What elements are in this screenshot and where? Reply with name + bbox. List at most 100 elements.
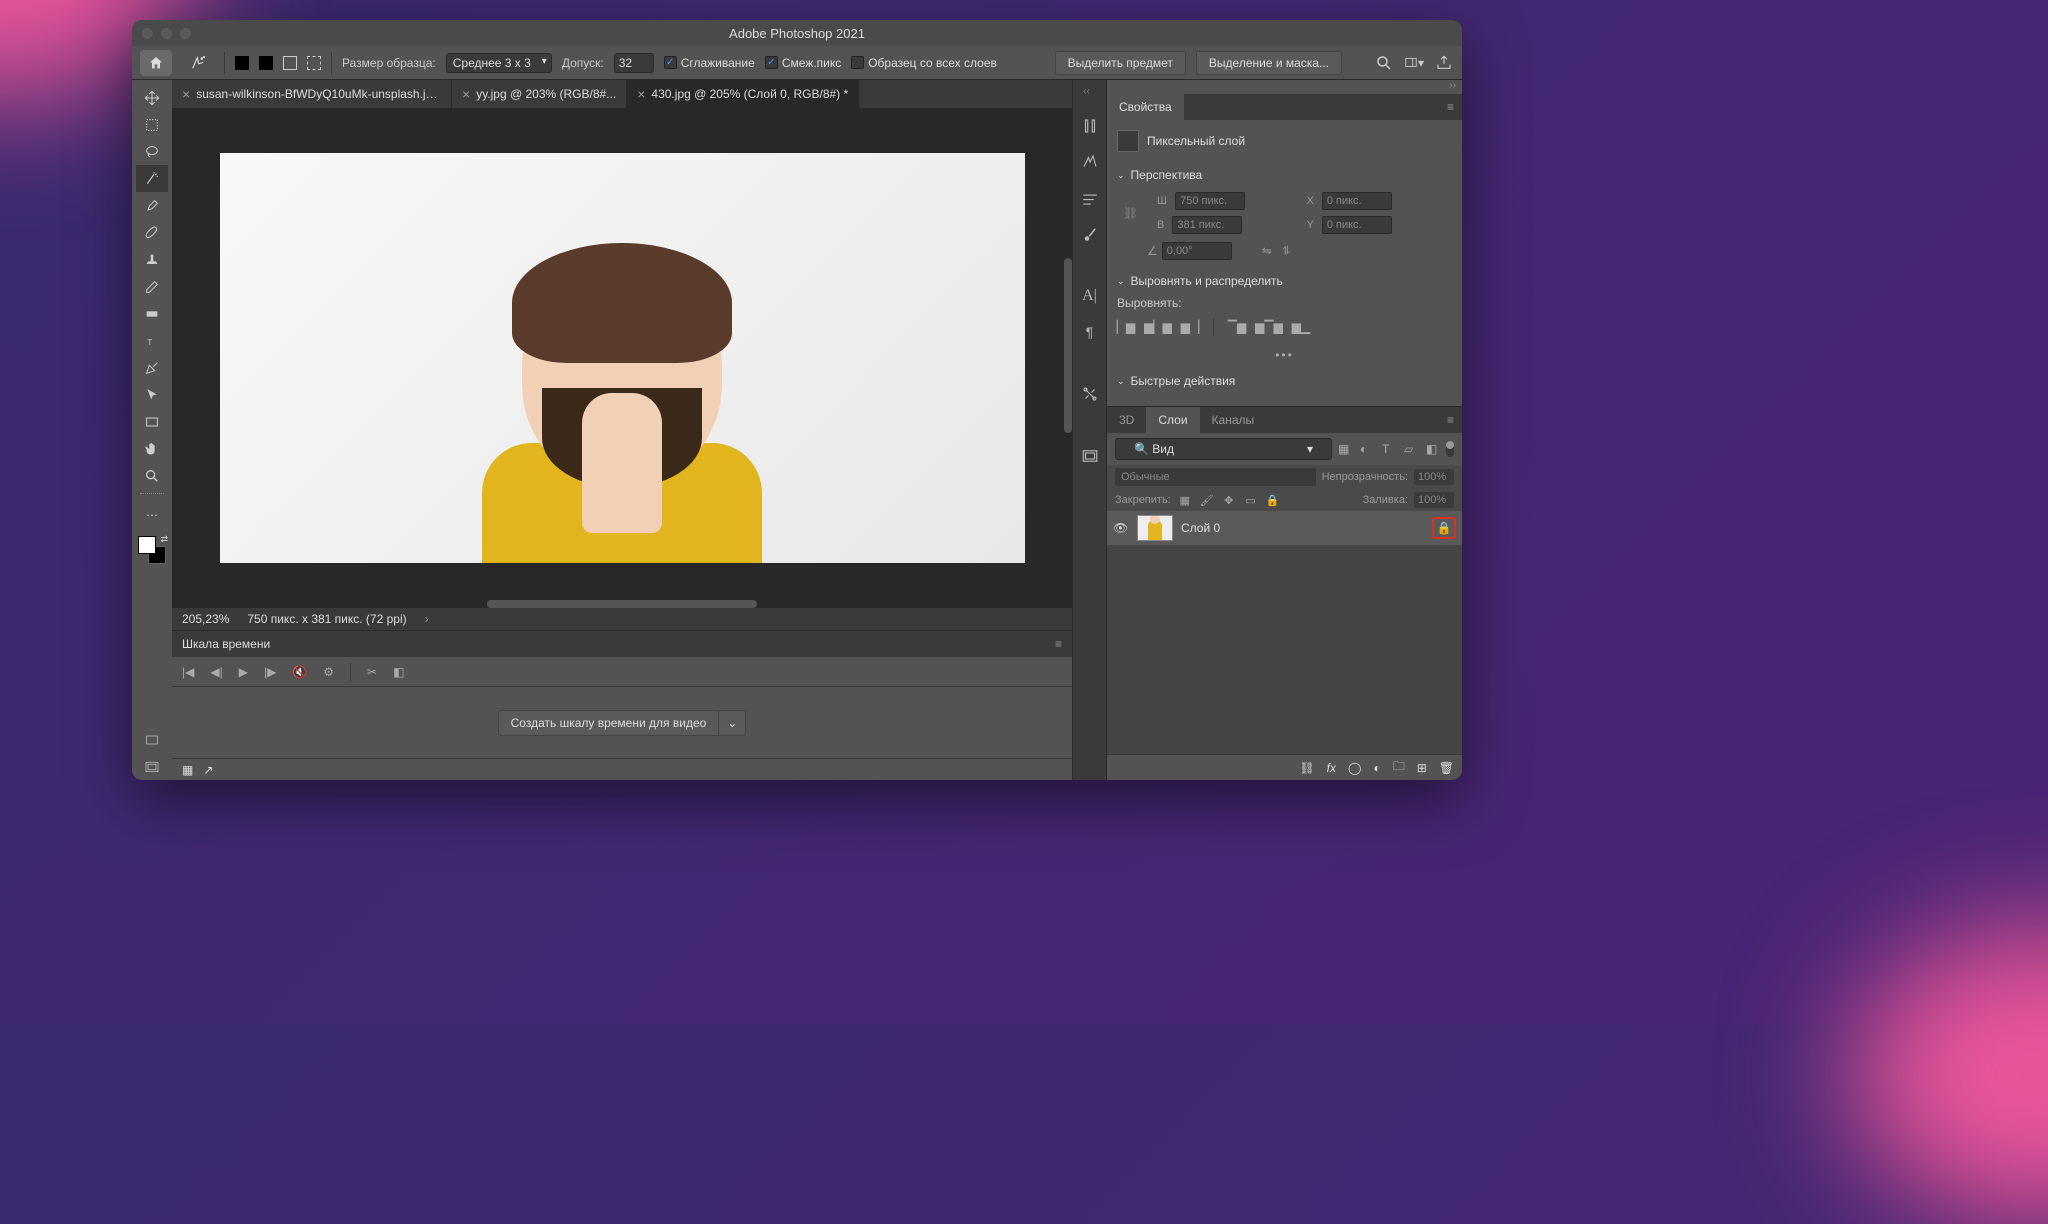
brush-tool[interactable]	[136, 219, 168, 246]
delete-icon[interactable]: 🗑	[1439, 761, 1454, 775]
y-input[interactable]: 0 пикс.	[1322, 216, 1392, 234]
sample-all-checkbox[interactable]: Образец со всех слоев	[851, 56, 997, 70]
link-wh-icon[interactable]: ⛓	[1123, 206, 1147, 220]
properties-tab[interactable]: Свойства	[1107, 94, 1184, 120]
eyedropper-tool[interactable]	[136, 192, 168, 219]
filter-type-icon[interactable]: T	[1382, 442, 1396, 456]
edit-toolbar[interactable]: ⋯	[136, 501, 168, 528]
type-tool[interactable]: T	[136, 327, 168, 354]
marquee-tool[interactable]	[136, 111, 168, 138]
align-hcenter-icon[interactable]: ▆▏▆	[1149, 318, 1167, 336]
lock-all-icon[interactable]: 🔒	[1265, 492, 1281, 508]
panel-menu-icon[interactable]: ≡	[1055, 637, 1062, 651]
flip-v-icon[interactable]: ⥮	[1282, 244, 1291, 259]
vertical-scrollbar[interactable]	[1064, 258, 1072, 433]
fill-input[interactable]: 100%	[1414, 492, 1454, 508]
tab-channels[interactable]: Каналы	[1200, 407, 1267, 433]
sample-icon-3[interactable]	[283, 56, 297, 70]
lock-transparent-icon[interactable]: ▦	[1177, 492, 1193, 508]
height-input[interactable]: 381 пикс.	[1172, 216, 1242, 234]
zoom-tool[interactable]	[136, 462, 168, 489]
strip-icon-1[interactable]	[1080, 116, 1100, 136]
align-top-icon[interactable]: ▔▆	[1228, 318, 1246, 336]
link-layers-icon[interactable]: ⛓	[1299, 761, 1314, 775]
strip-icon-3[interactable]	[1080, 188, 1100, 208]
adjustment-icon[interactable]: ◐	[1373, 761, 1380, 775]
screen-mode-2[interactable]	[136, 753, 168, 780]
angle-input[interactable]: 0,00°	[1162, 242, 1232, 260]
transition-icon[interactable]: ◧	[393, 665, 404, 679]
prev-frame-icon[interactable]: ◀|	[210, 665, 222, 679]
expand-icon[interactable]: ‹‹	[1073, 86, 1106, 100]
align-section[interactable]: ⌄Выровнять и распределить	[1107, 268, 1462, 294]
panel-menu-icon[interactable]: ≡	[1439, 94, 1462, 120]
strip-icon-6[interactable]: ¶	[1080, 322, 1100, 342]
align-bottom-icon[interactable]: ▆▁	[1292, 318, 1310, 336]
collapse-icon[interactable]: ››	[1107, 80, 1462, 94]
maximize-window[interactable]	[180, 28, 191, 39]
play-icon[interactable]: ▶	[239, 665, 248, 679]
transform-section[interactable]: ⌄Перспектива	[1107, 162, 1462, 188]
create-timeline-button[interactable]: Создать шкалу времени для видео	[498, 710, 720, 736]
sample-size-dropdown[interactable]: Среднее 3 x 3	[446, 53, 552, 73]
share-icon[interactable]	[1434, 53, 1454, 73]
eraser-tool[interactable]	[136, 273, 168, 300]
tab-3d[interactable]: 3D	[1107, 407, 1146, 433]
tab-2[interactable]: ×430.jpg @ 205% (Слой 0, RGB/8#) *	[627, 80, 859, 108]
filter-pixel-icon[interactable]: ▦	[1338, 442, 1352, 456]
lock-pixels-icon[interactable]: 🖌	[1199, 492, 1215, 508]
filter-smart-icon[interactable]: ◧	[1426, 442, 1440, 456]
tab-layers[interactable]: Слои	[1146, 407, 1199, 433]
magic-wand-tool[interactable]	[136, 165, 168, 192]
lock-artboard-icon[interactable]: ▭	[1243, 492, 1259, 508]
split-icon[interactable]: ✂	[367, 665, 377, 679]
align-vcenter-icon[interactable]: ▆▔▆	[1260, 318, 1278, 336]
horizontal-scrollbar[interactable]	[487, 600, 757, 608]
zoom-level[interactable]: 205,23%	[182, 612, 229, 626]
select-subject-button[interactable]: Выделить предмет	[1055, 51, 1186, 75]
audio-icon[interactable]: 🔇	[292, 665, 307, 679]
filter-shape-icon[interactable]: ▱	[1404, 442, 1418, 456]
go-start-icon[interactable]: |◀	[182, 665, 194, 679]
gradient-tool[interactable]	[136, 300, 168, 327]
settings-icon[interactable]: ⚙	[323, 665, 334, 679]
home-button[interactable]	[140, 50, 172, 76]
clone-stamp-tool[interactable]	[136, 246, 168, 273]
tolerance-input[interactable]	[614, 53, 654, 73]
close-icon[interactable]: ×	[637, 86, 645, 102]
anti-alias-checkbox[interactable]: ✓Сглаживание	[664, 56, 755, 70]
layer-item[interactable]: 👁 Слой 0 🔒	[1107, 511, 1462, 545]
fx-icon[interactable]: fx	[1327, 761, 1336, 775]
strip-icon-5[interactable]: A|	[1080, 286, 1100, 306]
lock-position-icon[interactable]: ✥	[1221, 492, 1237, 508]
canvas[interactable]	[220, 153, 1025, 563]
visibility-icon[interactable]: 👁	[1113, 521, 1129, 535]
flip-h-icon[interactable]: ⇋	[1262, 244, 1272, 258]
swap-colors-icon[interactable]: ⇄	[160, 534, 168, 545]
filter-adjust-icon[interactable]: ◐	[1360, 442, 1374, 456]
lasso-tool[interactable]	[136, 138, 168, 165]
sample-point-icon[interactable]	[235, 56, 249, 70]
quick-actions-section[interactable]: ⌄Быстрые действия	[1107, 368, 1462, 394]
foreground-color[interactable]	[138, 536, 156, 554]
strip-icon-7[interactable]	[1080, 384, 1100, 404]
align-right-icon[interactable]: ▆▕	[1181, 318, 1199, 336]
screen-mode-1[interactable]	[136, 726, 168, 753]
opacity-input[interactable]: 100%	[1414, 469, 1454, 485]
rectangle-tool[interactable]	[136, 408, 168, 435]
pen-tool[interactable]	[136, 354, 168, 381]
close-icon[interactable]: ×	[462, 86, 470, 102]
strip-icon-4[interactable]	[1080, 224, 1100, 244]
workspace-icon[interactable]: ▾	[1404, 53, 1424, 73]
frame-mode-icon[interactable]: ▦	[182, 763, 193, 777]
search-icon[interactable]	[1374, 53, 1394, 73]
move-tool[interactable]	[136, 84, 168, 111]
canvas-area[interactable]	[172, 108, 1072, 608]
close-icon[interactable]: ×	[182, 86, 190, 102]
color-swatches[interactable]: ⇄	[138, 536, 166, 564]
path-select-tool[interactable]	[136, 381, 168, 408]
more-options-icon[interactable]: •••	[1107, 342, 1462, 368]
layer-filter-dropdown[interactable]: 🔍 Вид ▾	[1115, 438, 1332, 460]
export-icon[interactable]: ↗	[203, 763, 213, 777]
new-layer-icon[interactable]: ⊞	[1417, 761, 1427, 775]
